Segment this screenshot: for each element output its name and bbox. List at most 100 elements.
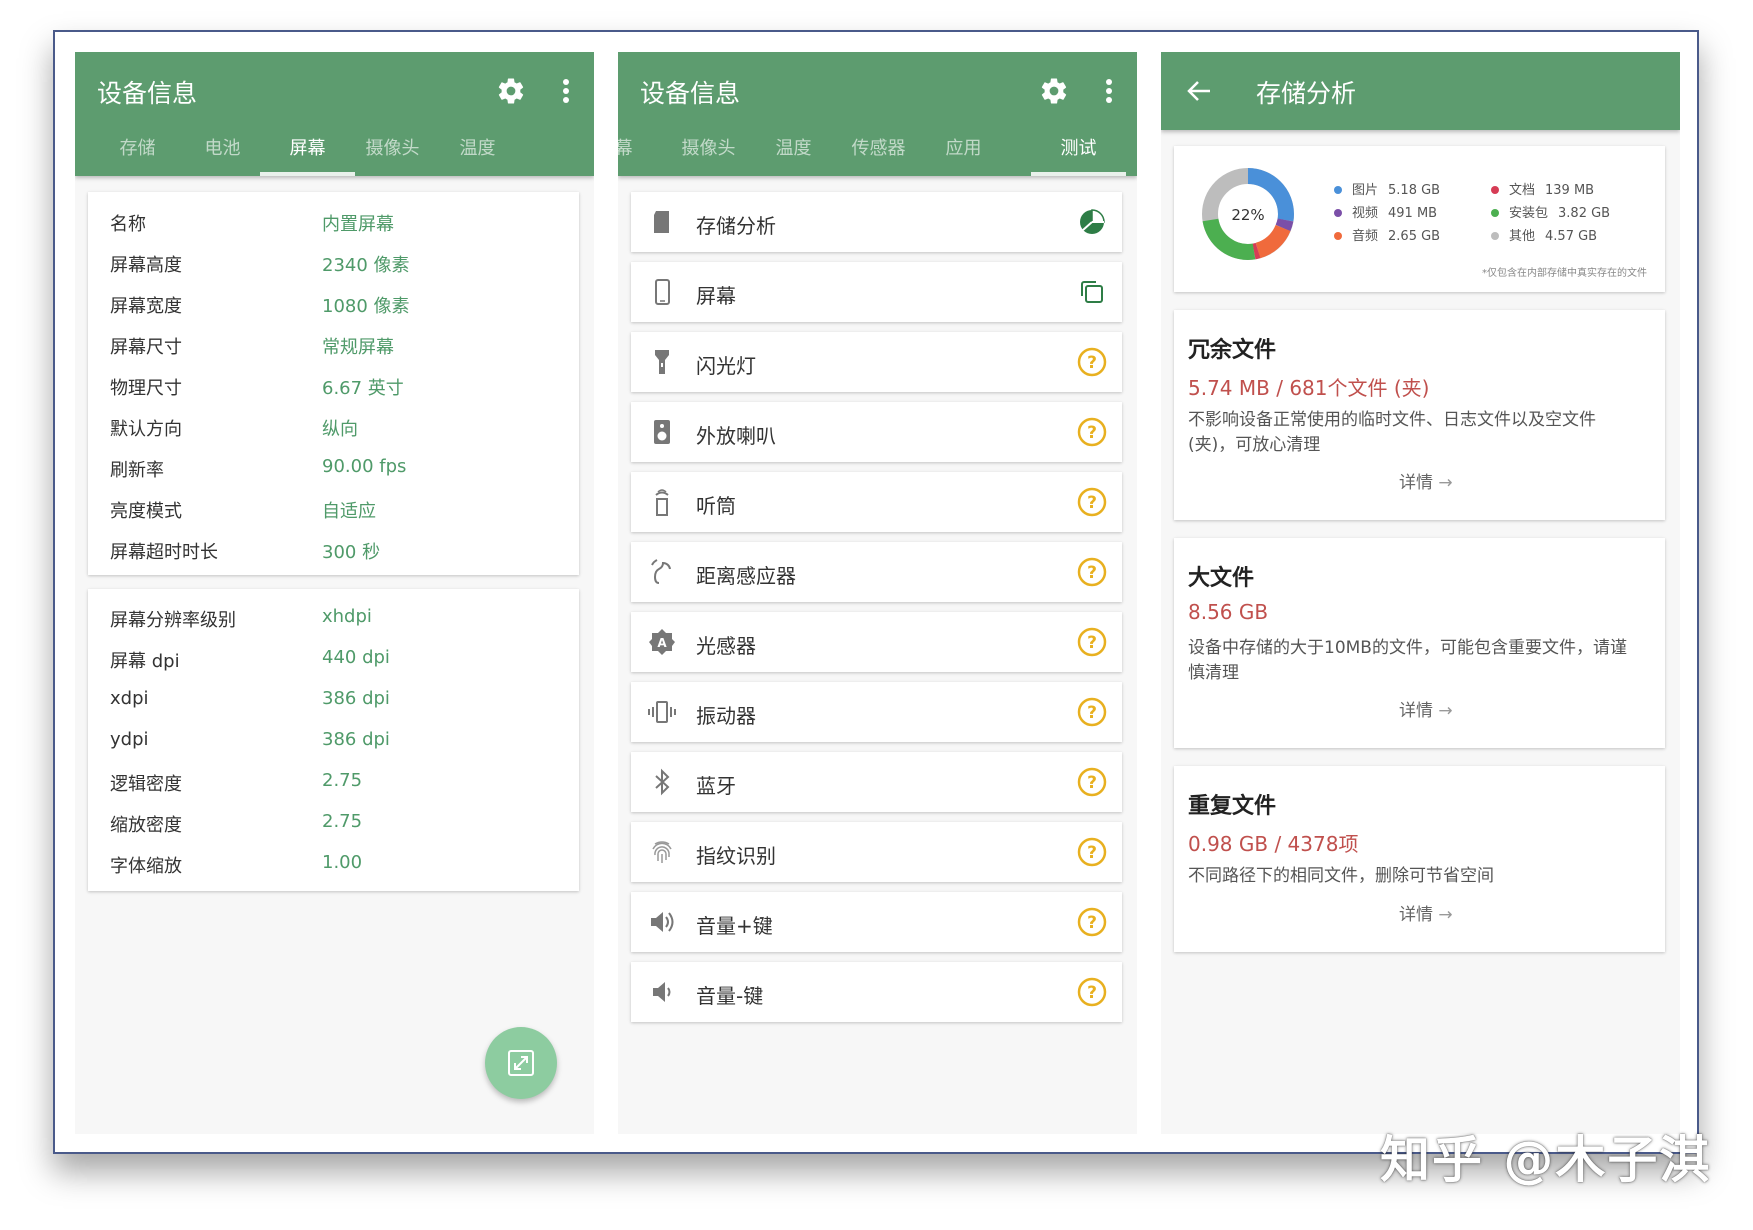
test-item-bluetooth[interactable]: 蓝牙 ? (631, 752, 1122, 812)
svg-text:A: A (657, 636, 667, 650)
svg-text:?: ? (1087, 353, 1097, 373)
storage-footnote: *仅包含在内部存储中真实存在的文件 (1482, 268, 1647, 279)
info-value: 90.00 fps (322, 456, 407, 477)
device-info-screen-panel: 设备信息 存储 电池 屏幕 摄像头 温度 名称 内置屏幕 屏幕高度 2340 像… (75, 52, 594, 1134)
test-item-label: 蓝牙 (696, 774, 736, 798)
tab-battery[interactable]: 电池 (175, 126, 270, 176)
test-item-earpiece[interactable]: 听筒 ? (631, 472, 1122, 532)
vibration-icon (648, 701, 676, 723)
details-label: 详情 (1399, 905, 1433, 925)
info-value: 440 dpi (322, 647, 390, 668)
gear-icon[interactable] (1039, 76, 1069, 106)
details-link[interactable]: 详情 → (1399, 468, 1453, 493)
details-link[interactable]: 详情 → (1399, 696, 1453, 721)
help-icon: ? (1077, 697, 1107, 727)
legend-item-audio: 音频 2.65 GB (1334, 225, 1440, 244)
back-arrow-icon[interactable] (1186, 78, 1212, 104)
info-label: 屏幕高度 (110, 255, 182, 276)
test-item-light-sensor[interactable]: A 光感器 ? (631, 612, 1122, 672)
tab-camera[interactable]: 摄像头 (661, 126, 756, 176)
legend-dot (1491, 232, 1499, 240)
help-icon: ? (1077, 977, 1107, 1007)
info-value: 1.00 (322, 852, 363, 873)
legend-value: 139 MB (1545, 183, 1595, 198)
info-value: 2340 像素 (322, 255, 410, 276)
test-item-label: 外放喇叭 (696, 424, 776, 448)
help-icon: ? (1077, 627, 1107, 657)
tab-camera[interactable]: 摄像头 (345, 126, 440, 176)
details-link[interactable]: 详情 → (1399, 900, 1453, 925)
svg-text:?: ? (1087, 913, 1097, 933)
card-description: 不影响设备正常使用的临时文件、日志文件以及空文件(夹)，可放心清理 (1188, 410, 1596, 455)
fullscreen-fab-button[interactable] (485, 1027, 557, 1099)
legend-value: 4.57 GB (1545, 229, 1598, 244)
legend-dot (1334, 232, 1342, 240)
info-value: 内置屏幕 (322, 214, 394, 235)
gear-icon[interactable] (496, 76, 526, 106)
help-icon: ? (1077, 767, 1107, 797)
proximity-icon (651, 559, 671, 584)
info-value: xhdpi (322, 606, 372, 627)
earpiece-icon (655, 489, 669, 516)
phone-icon (655, 279, 670, 305)
tab-apps[interactable]: 应用 (916, 126, 1011, 176)
app-bar: 存储分析 (1161, 52, 1680, 130)
expand-icon (508, 1050, 534, 1076)
test-item-speaker[interactable]: 外放喇叭 ? (631, 402, 1122, 462)
duplicate-files-card[interactable]: 重复文件 0.98 GB / 4378项 不同路径下的相同文件，删除可节省空间 … (1174, 766, 1665, 952)
tab-storage[interactable]: 存储 (90, 126, 185, 176)
details-label: 详情 (1399, 473, 1433, 493)
redundant-files-card[interactable]: 冗余文件 5.74 MB / 681个文件 (夹) 不影响设备正常使用的临时文件… (1174, 310, 1665, 520)
test-item-label: 音量-键 (696, 984, 764, 1008)
tab-bar: 存储 电池 屏幕 摄像头 温度 (75, 126, 594, 176)
help-icon: ? (1077, 487, 1107, 517)
sd-card-icon (654, 211, 669, 233)
volume-up-icon (651, 912, 674, 932)
info-value: 386 dpi (322, 688, 390, 709)
large-files-card[interactable]: 大文件 8.56 GB 设备中存储的大于10MB的文件，可能包含重要文件，请谨慎… (1174, 538, 1665, 748)
info-value: 常规屏幕 (322, 337, 394, 358)
tab-screen[interactable]: 屏幕 (260, 126, 355, 176)
device-info-test-panel: 设备信息 幕 摄像头 温度 传感器 应用 测试 存储分析 屏幕 闪光灯 ? 外放… (618, 52, 1137, 1134)
more-vert-icon[interactable] (1105, 78, 1113, 104)
test-item-storage[interactable]: 存储分析 (631, 192, 1122, 252)
tab-test[interactable]: 测试 (1031, 126, 1126, 176)
svg-text:?: ? (1087, 843, 1097, 863)
info-value: 386 dpi (322, 729, 390, 750)
storage-donut-chart: 22% (1202, 168, 1294, 260)
details-label: 详情 (1399, 701, 1433, 721)
help-icon: ? (1077, 347, 1107, 377)
test-item-screen[interactable]: 屏幕 (631, 262, 1122, 322)
tab-sensors[interactable]: 传感器 (831, 126, 926, 176)
info-label: 屏幕分辨率级别 (110, 610, 236, 631)
density-info-card: 屏幕分辨率级别 xhdpi 屏幕 dpi 440 dpi xdpi 386 dp… (88, 589, 579, 891)
more-vert-icon[interactable] (562, 78, 570, 104)
test-item-volume-down[interactable]: 音量-键 ? (631, 962, 1122, 1022)
card-title: 冗余文件 (1188, 338, 1277, 363)
legend-name: 音频 (1352, 229, 1379, 244)
info-value: 自适应 (322, 501, 376, 522)
info-label: 缩放密度 (110, 815, 182, 836)
flashlight-icon (655, 350, 669, 374)
legend-value: 491 MB (1388, 206, 1438, 221)
legend-item-packages: 安装包 3.82 GB (1491, 202, 1610, 221)
svg-text:?: ? (1087, 563, 1097, 583)
info-label: 字体缩放 (110, 856, 182, 877)
info-value: 2.75 (322, 770, 363, 791)
storage-summary-card: 22% 图片 5.18 GB 视频 491 MB 音频 2.65 GB 文档 139 M… (1174, 146, 1665, 292)
test-item-flashlight[interactable]: 闪光灯 ? (631, 332, 1122, 392)
legend-item-images: 图片 5.18 GB (1334, 179, 1440, 198)
test-item-vibrator[interactable]: 振动器 ? (631, 682, 1122, 742)
info-label: 刷新率 (110, 460, 164, 481)
app-title: 设备信息 (640, 79, 741, 108)
test-item-fingerprint[interactable]: 指纹识别 ? (631, 822, 1122, 882)
info-label: 逻辑密度 (110, 774, 182, 795)
test-item-label: 听筒 (696, 494, 736, 518)
tab-temperature[interactable]: 温度 (746, 126, 841, 176)
help-icon: ? (1077, 557, 1107, 587)
test-item-proximity[interactable]: 距离感应器 ? (631, 542, 1122, 602)
app-title: 存储分析 (1256, 79, 1357, 108)
test-item-volume-up[interactable]: 音量+键 ? (631, 892, 1122, 952)
tab-temperature[interactable]: 温度 (430, 126, 525, 176)
info-label: 名称 (110, 214, 146, 235)
